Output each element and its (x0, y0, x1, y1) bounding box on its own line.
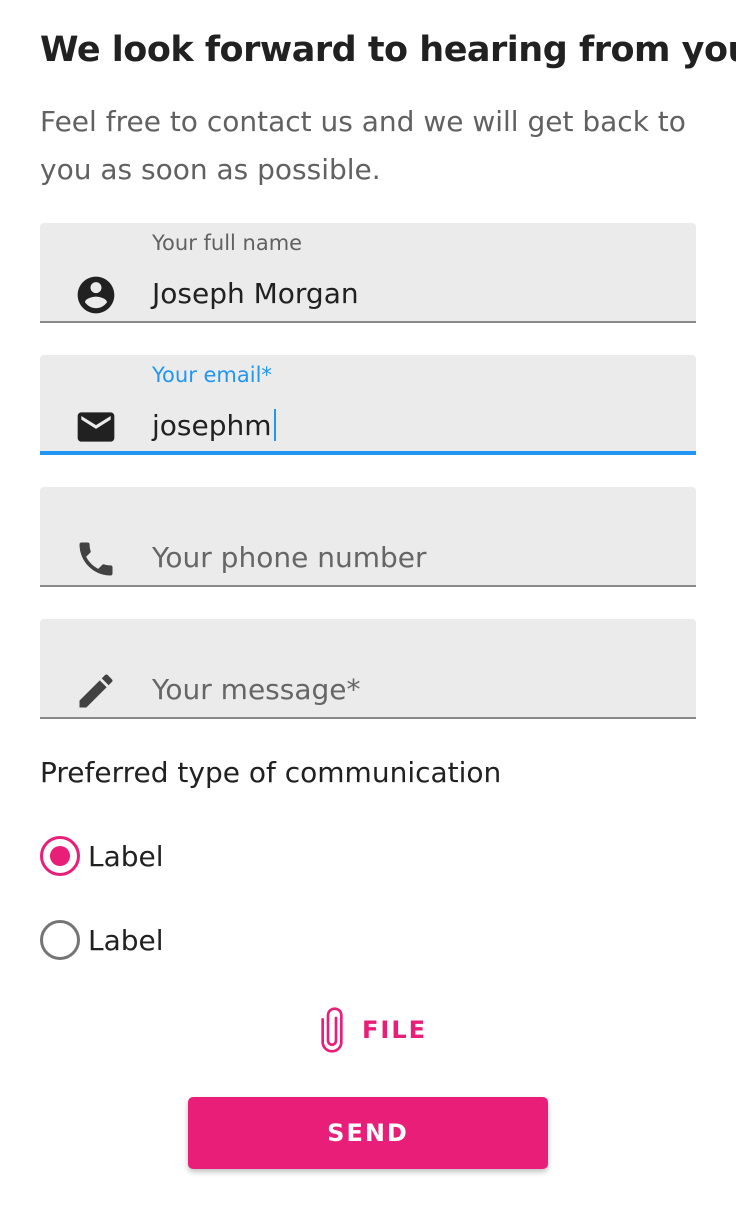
pencil-icon (74, 669, 118, 713)
account-circle-icon (74, 273, 118, 317)
attach-file-label: FILE (362, 1016, 428, 1044)
send-button[interactable]: SEND (188, 1097, 548, 1169)
email-value: josephm (152, 409, 272, 442)
text-caret (273, 409, 276, 441)
full-name-value[interactable]: Joseph Morgan (152, 277, 359, 310)
radio-option-label: Label (88, 839, 164, 873)
radio-option-1[interactable]: Label (40, 836, 164, 876)
contact-form-page: We look forward to hearing from you Feel… (0, 0, 736, 1212)
radio-option-2[interactable]: Label (40, 920, 164, 960)
page-title: We look forward to hearing from you (40, 30, 736, 70)
full-name-label: Your full name (152, 231, 303, 255)
email-field[interactable]: Your email* josephm (40, 355, 696, 455)
radio-button-checked[interactable] (40, 836, 80, 876)
email-value-wrapper[interactable]: josephm (152, 409, 276, 442)
page-subtitle: Feel free to contact us and we will get … (40, 105, 686, 186)
phone-placeholder: Your phone number (152, 541, 427, 574)
radio-dot (50, 846, 70, 866)
radio-button-unchecked[interactable] (40, 920, 80, 960)
email-icon (74, 405, 118, 449)
phone-field[interactable]: Your phone number (40, 487, 696, 587)
phone-icon (74, 537, 118, 581)
paperclip-icon (321, 1007, 343, 1053)
message-field[interactable]: Your message* (40, 619, 696, 719)
radio-option-label: Label (88, 923, 164, 957)
email-label: Your email* (152, 363, 272, 387)
message-placeholder: Your message* (152, 673, 361, 706)
attach-file-button[interactable]: FILE (314, 1006, 427, 1054)
full-name-field[interactable]: Your full name Joseph Morgan (40, 223, 696, 323)
communication-label: Preferred type of communication (40, 756, 502, 789)
